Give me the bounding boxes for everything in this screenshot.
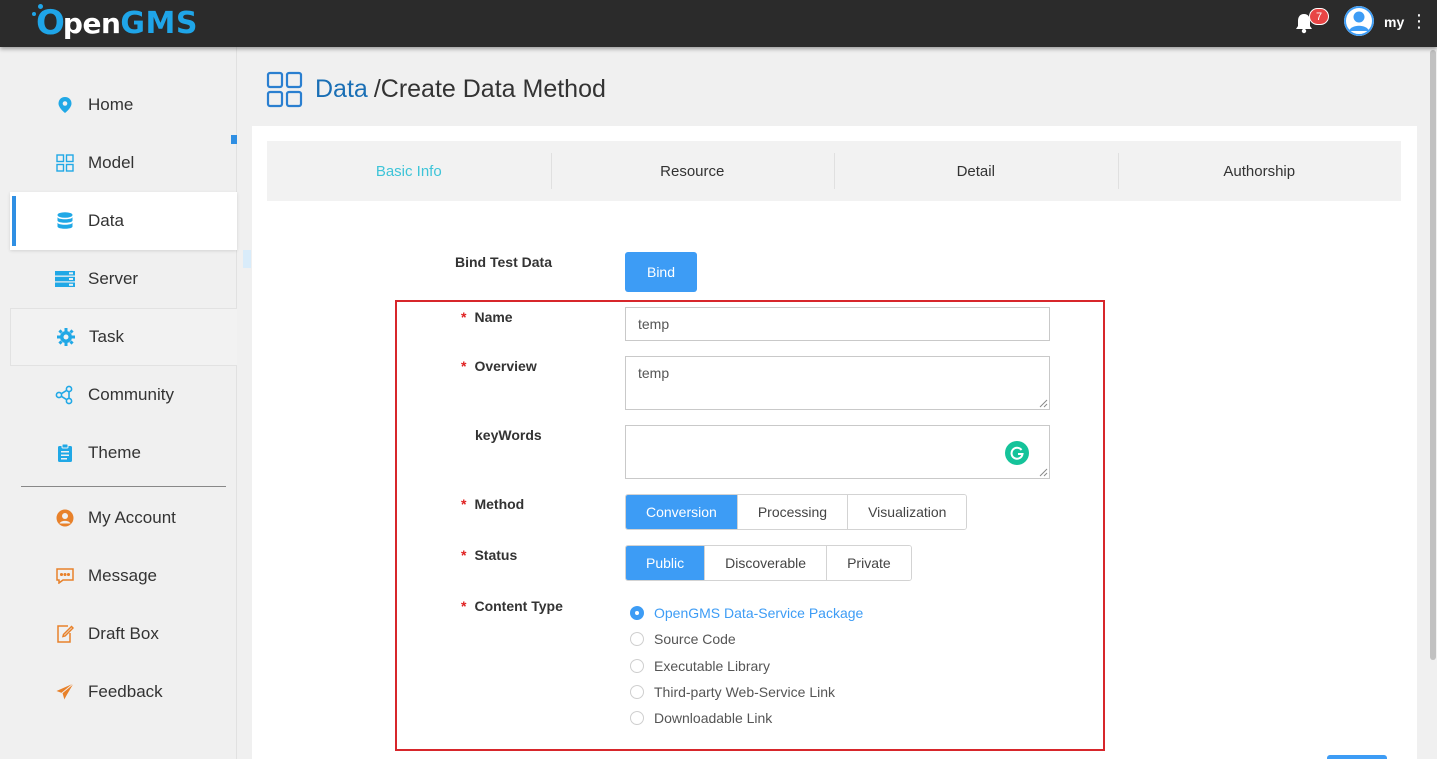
sidebar-divider [21,486,226,487]
radio-unchecked-icon[interactable] [630,632,644,646]
method-option-visualization[interactable]: Visualization [847,495,967,529]
sidebar-scroll-hint [243,250,251,268]
radio-unchecked-icon[interactable] [630,685,644,699]
status-label: * Status [461,547,518,563]
sidebar-item-home[interactable]: Home [10,76,237,134]
sidebar-indicator [231,135,237,144]
method-selector: Conversion Processing Visualization [625,494,968,530]
content-type-option[interactable]: Executable Library [630,656,770,676]
keywords-label: keyWords [475,427,542,443]
required-marker: * [461,358,467,374]
sidebar-item-label: Home [88,95,134,114]
radio-checked-icon[interactable] [630,606,644,620]
opengms-logo[interactable]: Open GMS [32,2,198,44]
step-tabs: Basic Info Resource Detail Authorship [267,141,1401,201]
sidebar-item-label: Theme [88,443,141,462]
content-type-label: * Content Type [461,598,563,614]
chat-icon [54,565,76,587]
name-field[interactable]: temp [625,307,1050,341]
required-marker: * [461,547,467,563]
required-marker: * [461,309,467,325]
username[interactable]: my [1384,14,1404,30]
sidebar-item-feedback[interactable]: Feedback [10,663,237,721]
content-type-option[interactable]: Downloadable Link [630,708,772,728]
method-label: * Method [461,496,525,512]
radio-label: Executable Library [654,658,770,674]
name-label: * Name [461,309,513,325]
breadcrumb-section-link[interactable]: Data [315,75,368,104]
radio-label: Source Code [654,631,736,647]
sidebar-item-label: My Account [88,508,176,527]
edit-doc-icon [54,623,76,645]
tab-basic-info[interactable]: Basic Info [267,141,551,201]
sidebar-item-data[interactable]: Data [10,192,237,250]
content-type-option[interactable]: OpenGMS Data-Service Package [630,603,863,623]
tab-resource[interactable]: Resource [550,141,835,201]
status-selector: Public Discoverable Private [625,545,912,581]
sidebar-item-label: Message [88,566,157,585]
content-type-option[interactable]: Third-party Web-Service Link [630,682,835,702]
page-scrollbar-thumb[interactable] [1430,50,1436,660]
more-vertical-icon[interactable]: ⋮ [1410,10,1428,32]
method-option-conversion[interactable]: Conversion [626,495,737,529]
sidebar-item-label: Feedback [88,682,163,701]
overview-label: * Overview [461,358,537,374]
sidebar-item-label: Community [88,385,174,404]
clipboard-icon [54,442,76,464]
bind-test-data-label: Bind Test Data [455,254,552,270]
sidebar: Home Model Data Server Task Community Th… [0,47,237,759]
user-circle-icon [54,507,76,529]
sidebar-item-my-account[interactable]: My Account [10,489,237,547]
sidebar-item-server[interactable]: Server [10,250,237,308]
gear-icon [55,326,77,348]
sidebar-item-message[interactable]: Message [10,547,237,605]
radio-label: Third-party Web-Service Link [654,684,836,700]
status-option-public[interactable]: Public [626,546,705,580]
radio-label: Downloadable Link [654,710,773,726]
breadcrumb-page: /Create Data Method [373,74,606,103]
status-option-private[interactable]: Private [826,546,911,580]
sidebar-item-label: Task [89,327,124,346]
resize-handle-icon[interactable] [1039,468,1048,477]
share-nodes-icon [54,384,76,406]
required-marker: * [461,598,467,614]
sidebar-item-label: Server [88,269,139,288]
required-marker: * [461,496,467,512]
sidebar-item-theme[interactable]: Theme [10,424,237,482]
radio-label: OpenGMS Data-Service Package [654,605,864,621]
next-button[interactable] [1327,755,1387,759]
sidebar-item-label: Draft Box [88,624,159,643]
tab-authorship[interactable]: Authorship [1117,141,1402,201]
paper-plane-icon [54,681,76,703]
radio-unchecked-icon[interactable] [630,659,644,673]
location-pin-icon [54,94,76,116]
status-option-discoverable[interactable]: Discoverable [704,546,827,580]
sidebar-item-model[interactable]: Model [10,134,237,192]
sidebar-item-draft-box[interactable]: Draft Box [10,605,237,663]
sidebar-item-task[interactable]: Task [10,308,237,366]
sidebar-item-label: Data [88,211,124,230]
resize-handle-icon[interactable] [1039,399,1048,408]
avatar[interactable] [1344,6,1374,36]
notification-badge: 7 [1309,8,1329,25]
overview-field[interactable]: temp [625,356,1050,410]
grammarly-icon[interactable] [1005,441,1029,465]
database-icon [54,210,76,232]
content-type-option[interactable]: Source Code [630,629,736,649]
sidebar-item-community[interactable]: Community [10,366,237,424]
bind-button[interactable]: Bind [625,252,697,292]
server-icon [54,268,76,290]
keywords-field[interactable] [625,425,1050,479]
method-option-processing[interactable]: Processing [736,495,848,529]
grid-icon [54,152,76,174]
sidebar-item-label: Model [88,153,135,172]
grid-icon [266,71,303,107]
page-title: Data /Create Data Method [266,70,606,108]
user-avatar-icon [1344,6,1374,36]
top-bar: Open GMS 7 my ⋮ [0,0,1437,47]
tab-detail[interactable]: Detail [834,141,1118,201]
radio-unchecked-icon[interactable] [630,711,644,725]
